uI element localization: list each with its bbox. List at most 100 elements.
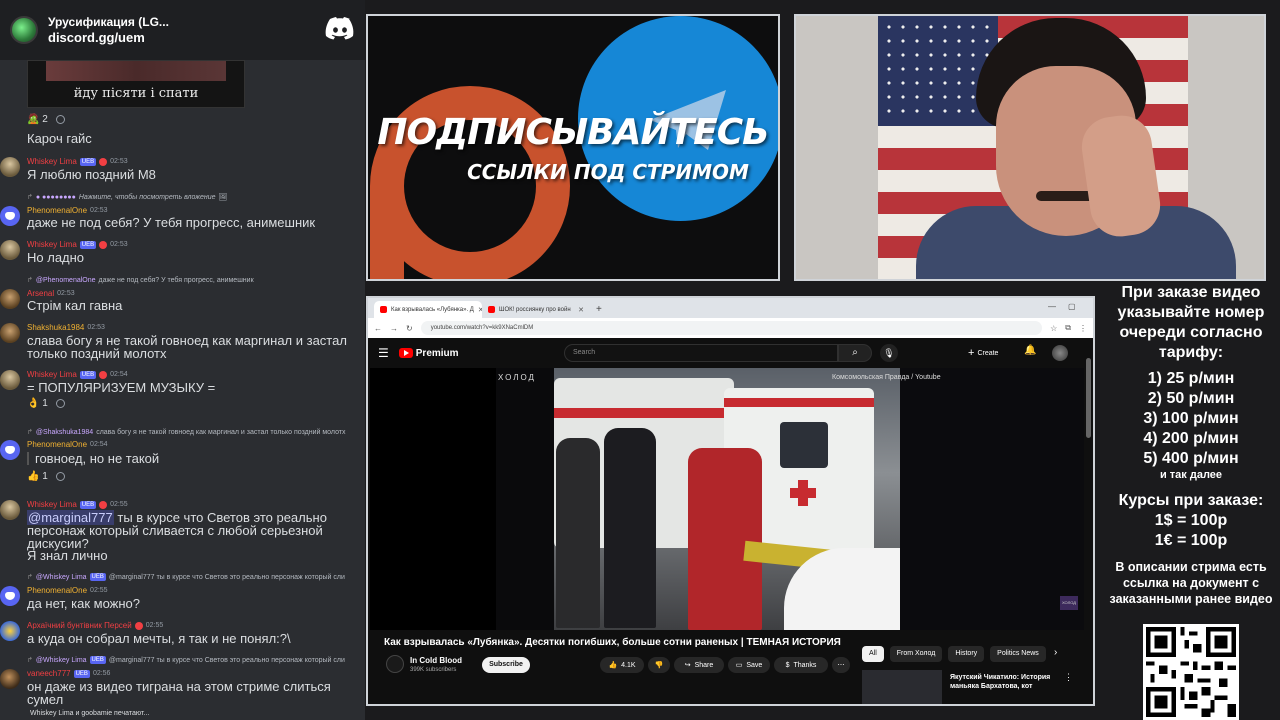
more-actions-button[interactable]: ⋯ [832,657,850,673]
username[interactable]: Архаїчний бунтівник Персей [27,621,132,630]
reply-preview[interactable]: ↱ @Whiskey Lima UEB @marginal777 ты в кур… [27,573,345,581]
more-icon: ⋯ [837,662,845,669]
forward-icon[interactable]: → [390,324,398,333]
avatar[interactable] [0,440,20,460]
extensions-icon[interactable]: ⧉ [1065,323,1071,333]
add-reaction-icon[interactable] [55,399,65,408]
add-reaction-icon[interactable] [55,472,65,481]
chip-history[interactable]: History [948,646,985,662]
video-title: Как взрывалась «Лубянка». Десятки погибш… [384,637,841,648]
avatar[interactable] [0,289,20,309]
username[interactable]: Whiskey Lima [27,370,77,379]
share-button[interactable]: ↪ Share [674,657,724,673]
reaction-count[interactable]: 👌 1 [27,398,48,409]
role-badge: UEB [79,157,97,166]
youtube-premium-logo[interactable]: Premium [416,348,459,359]
message-reactions[interactable]: 👌 1 [27,398,65,409]
hamburger-icon[interactable]: ☰ [378,346,389,360]
username[interactable]: PhenomenalOne [27,206,87,215]
bell-icon[interactable]: 🔔 [1024,345,1036,356]
reply-username: @Whiskey Lima [35,573,87,581]
reply-preview[interactable]: ↱ @PhenomenalOne даже не под себя? У тебя… [27,276,254,285]
recommended-video-thumbnail[interactable] [862,670,942,704]
channel-avatar[interactable] [386,655,404,673]
username[interactable]: Whiskey Lima [27,500,77,509]
reply-username: @Shakshuka1984 [35,428,94,436]
subscribe-button[interactable]: Subscribe [482,657,530,673]
avatar[interactable] [0,323,20,343]
minimize-icon[interactable]: — [1048,302,1056,311]
message-embed-image[interactable]: йду пісяти і спати [27,60,245,108]
close-tab-icon[interactable]: ✕ [578,306,584,314]
scrollbar[interactable] [1086,358,1091,438]
avatar[interactable] [0,370,20,390]
reaction-count[interactable]: 🧟 2 [27,114,48,125]
avatar[interactable] [0,586,20,606]
username[interactable]: vaneech777 [27,669,71,678]
username[interactable]: Arsenal [27,289,54,298]
server-header[interactable]: Урусификация (LG... discord.gg/uem [0,0,365,60]
url-input[interactable]: youtube.com/watch?v=kk9XNaCmlDM [420,321,1043,335]
username[interactable]: Whiskey Lima [27,157,77,166]
create-button[interactable]: + Create [968,345,998,361]
browser-tab[interactable]: ШОК! россиянку про войн ✕ [482,301,590,318]
username[interactable]: PhenomenalOne [27,440,87,449]
reaction-count[interactable]: 👍 1 [27,471,48,482]
menu-dots-icon[interactable]: ⋮ [1079,324,1087,333]
message-reactions[interactable]: 🧟 2 [27,114,65,125]
reply-preview[interactable]: ↱ ● ●●●●●●●● Нажмите, чтобы посмотреть вл… [27,193,227,202]
role-badge: UEB [89,573,106,581]
more-vert-icon[interactable]: ⋮ [1064,672,1073,683]
username[interactable]: Whiskey Lima [27,240,77,249]
avatar[interactable] [0,206,20,226]
avatar[interactable] [0,621,20,641]
promo-title: ПОДПИСЫВАЙТЕСЬ [377,112,769,153]
username[interactable]: Shakshuka1984 [27,323,84,332]
account-avatar[interactable] [1052,345,1068,361]
chevron-right-icon[interactable]: › [1054,647,1057,658]
message-header: Архаїчний бунтівник Персей 02:55 [27,621,163,630]
dislike-button[interactable]: 👎 [648,657,670,673]
chip-all[interactable]: All [862,646,884,662]
save-button[interactable]: ▭ Save [728,657,770,673]
channel-name[interactable]: In Cold Blood [410,656,462,665]
save-icon: ▭ [735,662,743,669]
avatar[interactable] [0,500,20,520]
add-reaction-icon[interactable] [55,115,65,124]
thanks-button[interactable]: $ Thanks [774,657,828,673]
server-invite-link[interactable]: discord.gg/uem [48,30,169,46]
search-icon[interactable]: ⌕ [838,344,872,362]
discord-chat-panel: Урусификация (LG... discord.gg/uem йду п… [0,0,365,720]
avatar[interactable] [0,669,20,689]
status-badge-icon [134,621,143,630]
promo-subtitle: ССЫЛКИ ПОД СТРИМОМ [467,160,749,184]
mic-icon[interactable]: 🎙 [880,344,898,362]
player-brand-watermark: ХОЛОД [498,373,536,382]
timestamp: 02:55 [145,622,164,629]
message-reactions[interactable]: 👍 1 [27,471,65,482]
youtube-logo-icon[interactable] [398,348,413,358]
reply-preview[interactable]: ↱ @Whiskey Lima UEB @marginal777 ты в кур… [27,656,345,664]
username[interactable]: PhenomenalOne [27,586,87,595]
reload-icon[interactable]: ↻ [406,324,413,333]
chip-politics-news[interactable]: Politics News [990,646,1046,662]
back-icon[interactable]: ← [374,324,382,333]
search-input[interactable]: Search [564,344,838,362]
bookmark-star-icon[interactable]: ☆ [1050,324,1057,333]
chip-from-kholod[interactable]: From Холод [889,646,943,662]
avatar[interactable] [0,240,20,260]
tariff-item: 2) 50 р/мин [1147,390,1235,407]
browser-tab-active[interactable]: Как взрывалась «Лубянка». Д ✕ [374,301,482,318]
maximize-icon[interactable]: ▢ [1068,302,1076,311]
role-badge: UEB [73,669,90,678]
youtube-favicon-icon [380,306,387,313]
like-button[interactable]: 👍 4.1K [600,657,644,673]
message-header: Arsenal 02:53 [27,289,75,298]
new-tab-button[interactable]: + [590,301,608,318]
reply-preview[interactable]: ↱ @Shakshuka1984 слава богу я не такой го… [27,428,346,437]
recommended-video-title[interactable]: Якутский Чикатило: История маньяка Барха… [950,673,1060,691]
reply-username: @Whiskey Lima [35,656,87,664]
video-credit: Комсомольская Правда / Youtube [832,374,941,381]
avatar[interactable] [0,157,20,177]
video-player[interactable]: ХОЛОД Комсомольская Правда / Youtube ХОЛ… [370,368,1084,630]
